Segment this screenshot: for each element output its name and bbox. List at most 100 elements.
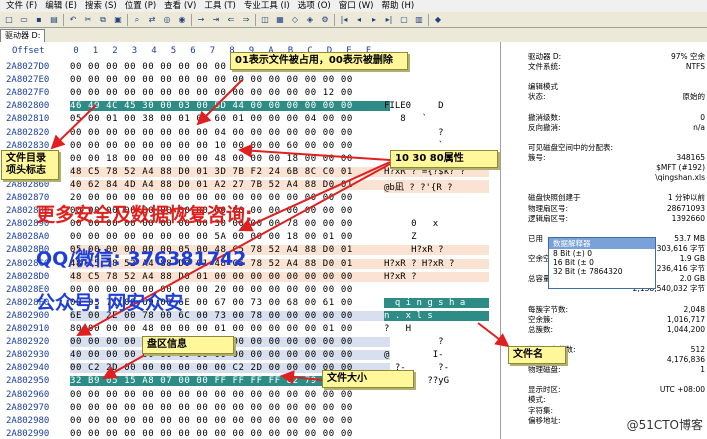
paste-icon[interactable]: ▣: [112, 14, 124, 26]
hex-row-bytes[interactable]: 00 00 00 00 00 00 00 00 00 00 00 00 00 0…: [70, 429, 390, 439]
hex-row[interactable]: 2A8028A0 00 00 00 00 00 00 00 00 5A 00 00…: [0, 232, 500, 244]
save-icon[interactable]: ▪: [33, 14, 45, 26]
hex-row[interactable]: 2A8027F0 00 00 00 00 00 00 00 00 00 00 00…: [0, 88, 500, 100]
find-next-icon[interactable]: ◉: [176, 14, 188, 26]
new-file-icon[interactable]: □: [3, 14, 15, 26]
hex-row-ascii[interactable]: @b凪 ? ?'{R ?: [384, 179, 489, 193]
hex-row[interactable]: 2A802810 05 00 01 00 38 00 01 00 60 01 00…: [0, 114, 500, 126]
hex-row-bytes[interactable]: 00 00 00 00 00 00 00 00 10 00 00 00 60 0…: [70, 141, 390, 151]
forward-icon[interactable]: ⇒: [240, 14, 252, 26]
hex-row-ascii[interactable]: 0 x: [384, 219, 489, 229]
windows-icon[interactable]: ▥: [413, 14, 425, 26]
goto-sector-icon[interactable]: ⇥: [210, 14, 222, 26]
hex-row-bytes[interactable]: 46 49 4C 45 30 00 03 00 BD 44 00 00 00 0…: [70, 101, 390, 112]
hex-row[interactable]: 2A802920 00 00 00 00 00 00 00 00 00 00 00…: [0, 337, 500, 349]
menu-item[interactable]: 文件 (F): [2, 0, 41, 12]
hex-row-bytes[interactable]: 00 00 00 00 00 00 00 00 00 00 00 00 00 0…: [70, 75, 390, 85]
menu-item[interactable]: 搜索 (S): [81, 0, 121, 12]
hex-row-ascii[interactable]: 8 `: [384, 114, 489, 124]
hex-row-bytes[interactable]: 00 00 00 00 00 00 00 00 00 00 00 00 00 0…: [70, 403, 390, 413]
hex-row-bytes[interactable]: 48 C5 78 52 A4 88 D0 01 3D 7B F2 24 6B 8…: [70, 166, 390, 177]
menu-bar: 文件 (F) 编辑 (E) 搜索 (S) 位置 (P) 查看 (V) 工具 (T) 专业工具…: [0, 0, 707, 12]
hex-row-ascii[interactable]: H?xR ?: [384, 271, 489, 282]
find-icon[interactable]: ⌕: [131, 14, 143, 26]
replace-icon[interactable]: ⇄: [146, 14, 158, 26]
hex-row[interactable]: 2A802940 00 C2 2D 00 00 00 00 00 00 C2 2D…: [0, 363, 500, 375]
goto-offset-icon[interactable]: →: [195, 14, 207, 26]
hex-row-ascii[interactable]: q i n g s h a: [384, 297, 489, 308]
watermark: @51CTO博客: [626, 418, 703, 432]
find-hex-icon[interactable]: ◎: [161, 14, 173, 26]
info-value: 236,416 字节: [656, 264, 705, 274]
tab-drive-d[interactable]: 驱动器 D:: [0, 29, 46, 42]
next-sector-icon[interactable]: ▸: [368, 14, 380, 26]
hex-row-ascii[interactable]: n . x l s: [384, 310, 489, 321]
hex-editor-pane[interactable]: Offset 0123456789ABCDEF 2A8027D0 00 00 00…: [0, 42, 500, 439]
menu-item[interactable]: 工具 (T): [200, 0, 240, 12]
info-value: 53.7 MB: [674, 233, 705, 243]
hex-row-ascii[interactable]: ?: [384, 128, 489, 138]
print-icon[interactable]: ▤: [48, 14, 60, 26]
window-icon[interactable]: ▢: [398, 14, 410, 26]
hex-row[interactable]: 2A802990 00 00 00 00 00 00 00 00 00 00 00…: [0, 429, 500, 439]
hex-row[interactable]: 2A802950 32 B9 05 15 A8 07 00 00 FF FF FF…: [0, 376, 500, 388]
menu-item[interactable]: 查看 (V): [160, 0, 200, 12]
last-sector-icon[interactable]: ▸|: [383, 14, 395, 26]
menu-item[interactable]: 专业工具 (I): [240, 0, 294, 12]
hex-row[interactable]: 2A802910 80 00 00 00 48 00 00 00 01 00 00…: [0, 324, 500, 336]
column-header: 3: [131, 46, 138, 56]
tools-icon[interactable]: ⚙: [319, 14, 331, 26]
book-icon[interactable]: ◆: [432, 14, 444, 26]
hex-row-bytes[interactable]: 00 00 00 00 00 00 00 00 00 00 00 00 00 0…: [70, 88, 390, 98]
hex-row-bytes[interactable]: 48 C5 78 52 A4 88 D0 01 00 00 00 00 00 0…: [70, 271, 390, 282]
hex-row-bytes[interactable]: 00 00 00 00 00 00 00 00 00 00 00 00 00 0…: [70, 416, 390, 426]
prev-sector-icon[interactable]: ◂: [353, 14, 365, 26]
back-icon[interactable]: ⇐: [225, 14, 237, 26]
hex-row-ascii[interactable]: H?xR ? ={?$k? ?: [384, 166, 489, 177]
hex-row-bytes[interactable]: 40 62 84 4D A4 88 D0 01 A2 27 7B 52 A4 8…: [70, 179, 390, 190]
hex-row-ascii[interactable]: Z: [384, 232, 489, 242]
hex-row[interactable]: 2A802800 46 49 4C 45 30 00 03 00 BD 44 00…: [0, 101, 500, 113]
info-label: 每簇字节数:: [528, 304, 569, 314]
menu-item[interactable]: 窗口 (W): [335, 0, 378, 12]
cut-icon[interactable]: ✂: [82, 14, 94, 26]
hex-row-ascii[interactable]: ? H: [384, 324, 489, 334]
hex-row-bytes[interactable]: 80 00 00 00 48 00 00 00 01 00 00 00 00 0…: [70, 324, 390, 334]
hex-row[interactable]: 2A802860 40 62 84 4D A4 88 D0 01 A2 27 7B…: [0, 179, 500, 193]
hex-row-bytes[interactable]: 00 00 00 00 00 00 00 00 04 00 00 00 00 0…: [70, 128, 390, 138]
hex-row-ascii[interactable]: H?xR ? H?xR ?: [384, 258, 489, 269]
hex-row-bytes[interactable]: 00 00 00 00 00 00 00 00 00 00 00 00 00 0…: [70, 390, 390, 400]
hex-row[interactable]: 2A802980 00 00 00 00 00 00 00 00 00 00 00…: [0, 416, 500, 428]
hex-row[interactable]: 2A8028D0 48 C5 78 52 A4 88 D0 01 00 00 00…: [0, 271, 500, 284]
menu-item[interactable]: 帮助 (H): [377, 0, 418, 12]
hex-row-ascii[interactable]: ?: [384, 337, 489, 347]
hex-row-bytes[interactable]: 00 00 18 00 00 00 00 00 48 00 00 00 18 0…: [70, 154, 390, 164]
hex-row[interactable]: 2A80285048 C5 78 52 A4 88 D0 01 3D 7B F2…: [0, 166, 500, 179]
toolbar-separator: [127, 13, 128, 26]
hex-row-ascii[interactable]: H?xR ?: [384, 245, 489, 256]
ram-icon[interactable]: ▦: [274, 14, 286, 26]
info-value: 348165: [676, 153, 705, 162]
hex-row-address: 2A802910: [6, 324, 50, 334]
hex-row[interactable]: 2A802960 00 00 00 00 00 00 00 00 00 00 00…: [0, 390, 500, 402]
info-label: 驱动器 D:: [528, 52, 562, 61]
snapshot-icon[interactable]: ◈: [304, 14, 316, 26]
open-icon[interactable]: ▭: [18, 14, 30, 26]
menu-item[interactable]: 选项 (O): [294, 0, 335, 12]
hex-row[interactable]: 2A802930 40 00 00 00 00 00 00 00 00 00 00…: [0, 350, 500, 362]
menu-item[interactable]: 编辑 (E): [41, 0, 81, 12]
hex-row[interactable]: 2A8027E0 00 00 00 00 00 00 00 00 00 00 00…: [0, 75, 500, 87]
menu-item[interactable]: 位置 (P): [121, 0, 160, 12]
disk-icon[interactable]: ◫: [259, 14, 271, 26]
undo-icon[interactable]: ↶: [67, 14, 79, 26]
hex-row[interactable]: 2A802970 00 00 00 00 00 00 00 00 00 00 00…: [0, 403, 500, 415]
copy-icon[interactable]: ⧉: [97, 14, 109, 26]
image-icon[interactable]: ◇: [289, 14, 301, 26]
hex-row-bytes[interactable]: 05 00 01 00 38 00 01 00 60 01 00 00 00 0…: [70, 114, 390, 124]
hex-row[interactable]: 2A802820 00 00 00 00 00 00 00 00 04 00 00…: [0, 128, 500, 140]
hex-row-ascii[interactable]: FILE0 D: [384, 101, 489, 111]
first-sector-icon[interactable]: |◂: [338, 14, 350, 26]
hex-row-ascii[interactable]: @ I-: [384, 350, 489, 360]
hex-row-bytes[interactable]: 00 00 00 00 00 00 00 00 5A 00 00 00 18 0…: [70, 232, 390, 242]
data-interpreter-window[interactable]: 数据解释器 8 Bit (±) 0 16 Bit (± 0 32 Bit (± …: [548, 237, 656, 289]
